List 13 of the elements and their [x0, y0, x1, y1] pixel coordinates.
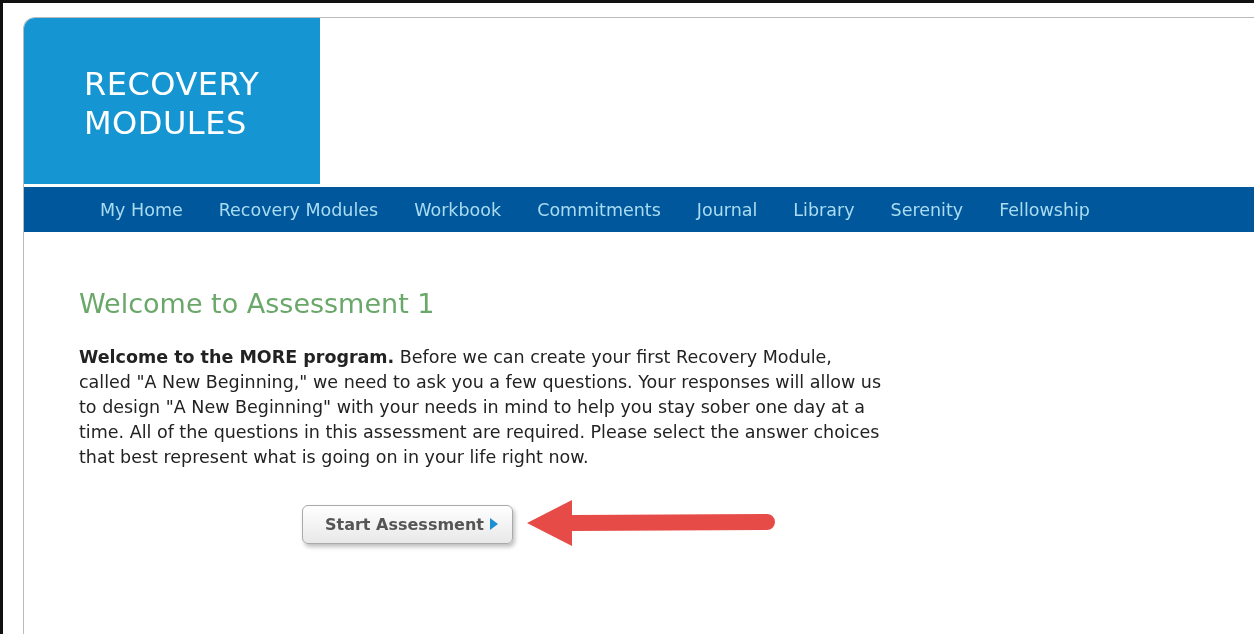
page-heading: Welcome to Assessment 1 — [79, 288, 436, 319]
nav-link[interactable]: Library — [775, 199, 873, 220]
nav-link[interactable]: Workbook — [396, 199, 520, 220]
play-icon — [489, 518, 498, 530]
nav-link[interactable]: My Home — [82, 199, 201, 220]
start-assessment-button[interactable]: Start Assessment — [302, 504, 513, 544]
logo: RECOVERY MODULES — [24, 18, 320, 184]
nav-link[interactable]: Journal — [678, 199, 776, 220]
nav-link[interactable]: Recovery Modules — [200, 199, 397, 220]
nav-link[interactable]: Commitments — [519, 199, 679, 220]
intro-paragraph: Welcome to the MORE program. Before we can create your first Recovery Module, called "A New Beginning," we need to ask you a few questions. Your responses will allow us to design "A New Beginning" with your needs in mind to help you stay sober one day at a time. All of the questions in this assessment are required. Please select the answer choices that best represent what is going on in your life right now. — [79, 346, 883, 469]
nav-link[interactable]: Serenity — [872, 199, 982, 220]
nav-link[interactable]: Fellowship — [981, 199, 1108, 220]
